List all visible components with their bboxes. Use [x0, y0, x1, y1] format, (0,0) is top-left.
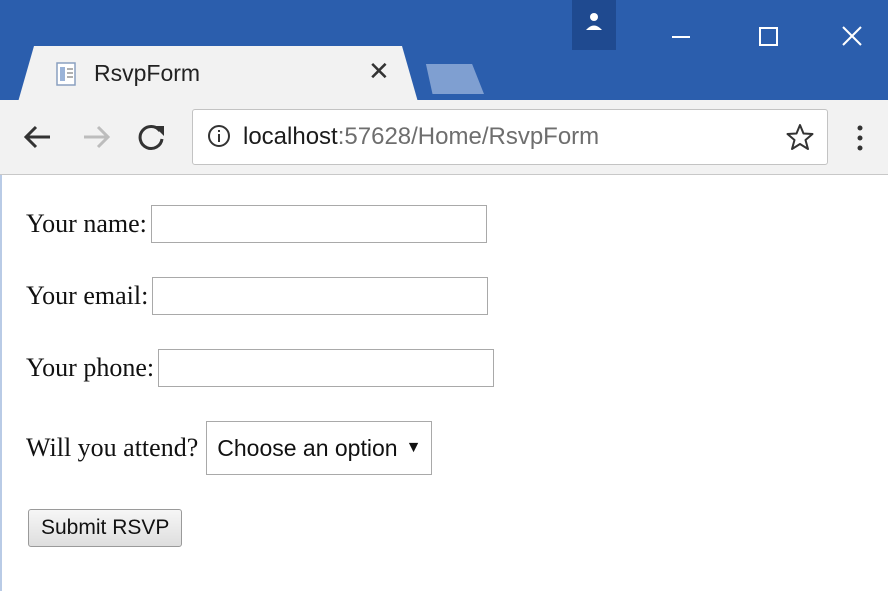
- person-icon: [586, 13, 602, 30]
- submit-rsvp-button[interactable]: Submit RSVP: [28, 509, 183, 547]
- info-icon[interactable]: [207, 124, 231, 148]
- tab-close-icon[interactable]: ✕: [368, 56, 390, 86]
- name-input[interactable]: [150, 205, 487, 243]
- new-tab-button[interactable]: [425, 64, 484, 94]
- phone-input[interactable]: [158, 349, 495, 387]
- tab-title: RsvpForm: [94, 60, 201, 86]
- maximize-icon[interactable]: [727, 0, 809, 60]
- minimize-icon[interactable]: [640, 0, 722, 60]
- attend-label: Will you attend?: [26, 433, 199, 462]
- title-bar: RsvpForm ✕: [0, 0, 888, 102]
- address-bar[interactable]: localhost:57628/Home/RsvpForm: [192, 109, 828, 165]
- tab-rsvpform[interactable]: RsvpForm ✕: [18, 46, 418, 102]
- forward-arrow-icon[interactable]: [80, 120, 114, 154]
- reload-icon[interactable]: [134, 120, 168, 154]
- kebab-menu-icon[interactable]: [852, 122, 868, 154]
- email-label: Your email:: [26, 281, 149, 310]
- star-icon[interactable]: [785, 122, 815, 152]
- back-arrow-icon[interactable]: [20, 120, 54, 154]
- attend-row: Will you attend? Choose an option ▼: [26, 421, 433, 475]
- attend-select[interactable]: Choose an option ▼: [206, 421, 433, 475]
- phone-row: Your phone:: [26, 349, 495, 387]
- phone-label: Your phone:: [26, 353, 155, 382]
- name-row: Your name:: [26, 205, 487, 243]
- name-label: Your name:: [26, 209, 147, 238]
- page-content: Your name: Your email: Your phone: Will …: [0, 175, 888, 591]
- profile-button[interactable]: [572, 0, 616, 50]
- close-icon[interactable]: [810, 0, 888, 60]
- page-icon: [56, 62, 76, 86]
- email-row: Your email:: [26, 277, 489, 315]
- dropdown-arrow-icon: ▼: [405, 439, 422, 456]
- attend-selected-value: Choose an option: [217, 434, 398, 461]
- url-path: :57628/Home/RsvpForm: [337, 123, 600, 150]
- url-text: localhost:57628/Home/RsvpForm: [243, 123, 599, 151]
- browser-toolbar: localhost:57628/Home/RsvpForm: [0, 100, 888, 175]
- url-host: localhost: [243, 123, 338, 150]
- browser-window: RsvpForm ✕ localhost:57628/Home/RsvpForm…: [0, 0, 888, 591]
- email-input[interactable]: [152, 277, 489, 315]
